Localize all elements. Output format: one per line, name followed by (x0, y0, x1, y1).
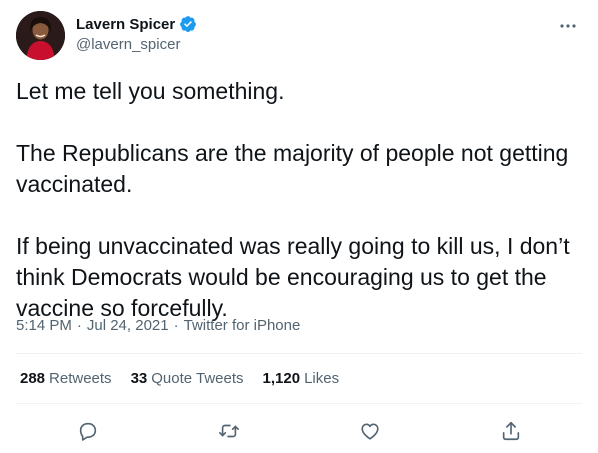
retweets-label: Retweets (49, 370, 112, 387)
verified-badge-icon (179, 15, 197, 33)
author-names: Lavern Spicer @lavern_spicer (76, 15, 197, 53)
divider (16, 403, 582, 404)
avatar[interactable] (16, 11, 65, 60)
quote-count: 33 (130, 370, 148, 387)
share-icon (502, 421, 520, 441)
likes-label: Likes (304, 370, 340, 387)
retweets-stat[interactable]: 288 Retweets (20, 370, 112, 387)
quote-tweets-stat[interactable]: 33 Quote Tweets (131, 370, 244, 387)
reply-icon (79, 422, 97, 441)
reply-button[interactable] (71, 414, 105, 448)
divider (16, 353, 582, 354)
tweet-date[interactable]: Jul 24, 2021 (87, 317, 169, 334)
more-icon (560, 24, 576, 28)
more-options-button[interactable] (554, 16, 582, 36)
tweet-source[interactable]: Twitter for iPhone (184, 317, 301, 334)
tweet-card: Lavern Spicer @lavern_spicer Let me tell… (0, 0, 598, 453)
tweet-meta: 5:14 PM · Jul 24, 2021 · Twitter for iPh… (16, 317, 300, 334)
retweet-button[interactable] (212, 414, 246, 448)
tweet-text: Let me tell you something. The Republica… (16, 78, 570, 321)
share-button[interactable] (494, 414, 528, 448)
meta-separator: · (173, 317, 179, 334)
tweet-header: Lavern Spicer @lavern_spicer (16, 10, 582, 62)
retweet-icon (219, 424, 239, 438)
tweet-stats: 288 Retweets 33 Quote Tweets 1,120 Likes (20, 370, 339, 387)
likes-count: 1,120 (262, 370, 301, 387)
author-handle[interactable]: @lavern_spicer (76, 36, 197, 53)
display-name[interactable]: Lavern Spicer (76, 16, 175, 33)
like-button[interactable] (353, 414, 387, 448)
name-row: Lavern Spicer (76, 15, 197, 33)
likes-stat[interactable]: 1,120 Likes (263, 370, 340, 387)
avatar-image (16, 11, 65, 60)
meta-separator: · (76, 317, 82, 334)
quote-label: Quote Tweets (151, 370, 244, 387)
retweets-count: 288 (20, 370, 46, 387)
tweet-time[interactable]: 5:14 PM (16, 317, 72, 334)
like-icon (361, 423, 379, 440)
tweet-actions (0, 414, 598, 446)
